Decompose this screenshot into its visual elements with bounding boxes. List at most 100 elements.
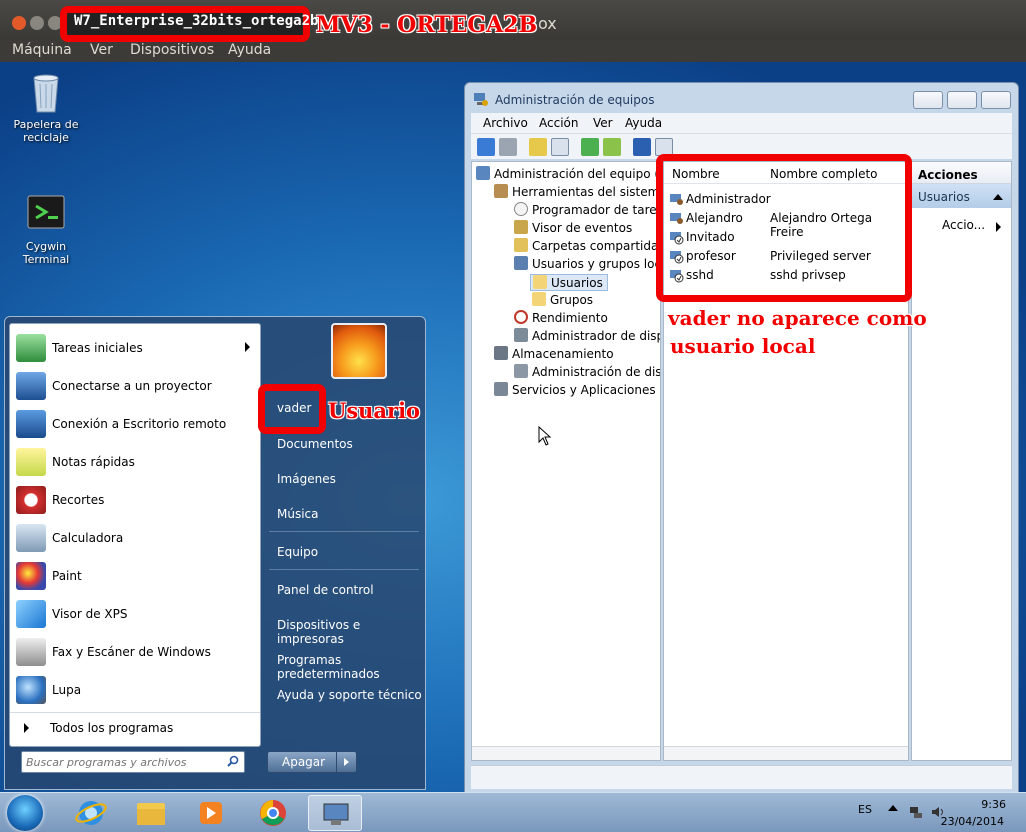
- tree-item[interactable]: Rendimiento: [514, 310, 608, 325]
- mouse-cursor-icon: [538, 426, 552, 446]
- refresh-icon[interactable]: [581, 138, 599, 156]
- program-visor-xps[interactable]: Visor de XPS: [10, 596, 260, 632]
- clock-icon: [514, 202, 528, 216]
- program-escritorio-remoto[interactable]: Conexión a Escritorio remoto: [10, 406, 260, 442]
- horizontal-scrollbar[interactable]: [472, 746, 660, 760]
- show-hidden-icons[interactable]: [888, 805, 898, 811]
- taskbar-media-player[interactable]: [184, 795, 238, 831]
- chrome-icon: [260, 800, 286, 826]
- forward-icon[interactable]: [499, 138, 517, 156]
- start-right-documentos[interactable]: Documentos: [277, 437, 353, 451]
- desktop-icon-label: Cygwin Terminal: [22, 240, 70, 266]
- shared-folder-icon: [514, 238, 528, 252]
- menu-dispositivos[interactable]: Dispositivos: [130, 42, 214, 58]
- menu-ayuda[interactable]: Ayuda: [625, 116, 662, 130]
- all-programs[interactable]: Todos los programas: [10, 712, 260, 742]
- search-icon[interactable]: [227, 755, 239, 767]
- program-lupa[interactable]: Lupa: [10, 672, 260, 708]
- close-button[interactable]: [981, 91, 1011, 109]
- minimize-icon[interactable]: [30, 16, 44, 30]
- program-notas-rapidas[interactable]: Notas rápidas: [10, 444, 260, 480]
- internet-explorer-icon: [75, 801, 107, 825]
- tree-item[interactable]: Carpetas compartidas: [514, 238, 660, 253]
- shutdown-button[interactable]: Apagar: [267, 751, 357, 773]
- clock-time[interactable]: 9:36: [981, 798, 1006, 811]
- tree-item[interactable]: Administración de disco: [514, 364, 660, 379]
- menu-bar: Archivo Acción Ver Ayuda: [471, 113, 1012, 133]
- minimize-button[interactable]: [913, 91, 943, 109]
- annotation-vm-label: MV3 - ORTEGA2B: [316, 12, 538, 38]
- fax-scanner-icon: [16, 638, 46, 666]
- annotation-vm-name: W7_Enterprise_32bits_ortega2b: [74, 13, 319, 29]
- menu-archivo[interactable]: Archivo: [483, 116, 528, 130]
- collapse-icon[interactable]: [993, 194, 1003, 200]
- export-list-icon[interactable]: [603, 138, 621, 156]
- tree-item[interactable]: Visor de eventos: [514, 220, 632, 235]
- taskbar-chrome[interactable]: [246, 795, 300, 831]
- tree-item[interactable]: Grupos: [532, 292, 593, 307]
- tree-item[interactable]: Programador de tareas: [514, 202, 660, 217]
- menu-ver[interactable]: Ver: [90, 42, 113, 58]
- up-folder-icon[interactable]: [529, 138, 547, 156]
- projector-icon: [16, 372, 46, 400]
- folder-icon: [137, 803, 165, 825]
- tree-item[interactable]: Administrador de dispo: [514, 328, 660, 343]
- show-hide-tree-icon[interactable]: [551, 138, 569, 156]
- start-button[interactable]: [2, 793, 48, 832]
- menu-accion[interactable]: Acción: [539, 116, 578, 130]
- users-groups-icon: [514, 256, 528, 270]
- horizontal-scrollbar[interactable]: [664, 746, 908, 760]
- start-right-dispositivos[interactable]: Dispositivos e impresoras: [277, 618, 425, 646]
- back-icon[interactable]: [477, 138, 495, 156]
- start-right-programas-pred[interactable]: Programas predeterminados: [277, 653, 425, 681]
- status-bar: [471, 765, 1012, 789]
- program-tareas-iniciales[interactable]: Tareas iniciales: [10, 330, 260, 366]
- arrow-right-icon: [24, 723, 29, 733]
- more-actions[interactable]: Accio...: [942, 218, 985, 232]
- program-fax-escaner[interactable]: Fax y Escáner de Windows: [10, 634, 260, 670]
- tree-item[interactable]: Usuarios y grupos loca: [514, 256, 660, 271]
- tree-item[interactable]: Almacenamiento: [494, 346, 614, 361]
- taskbar-computer-management[interactable]: [308, 795, 362, 831]
- taskbar-ie[interactable]: [64, 795, 118, 831]
- start-right-panel-control[interactable]: Panel de control: [277, 583, 374, 597]
- clock-date[interactable]: 23/04/2014: [941, 815, 1004, 828]
- start-right-ayuda[interactable]: Ayuda y soporte técnico: [277, 688, 422, 702]
- user-avatar[interactable]: [331, 323, 387, 379]
- menu-maquina[interactable]: Máquina: [12, 42, 72, 58]
- tree-item[interactable]: Herramientas del sistema: [494, 184, 660, 199]
- tree-item-selected[interactable]: Usuarios: [530, 274, 608, 291]
- getting-started-icon: [16, 334, 46, 362]
- tree-item[interactable]: Servicios y Aplicaciones: [494, 382, 656, 397]
- search-input[interactable]: [26, 754, 222, 770]
- start-right-imagenes[interactable]: Imágenes: [277, 472, 336, 486]
- program-paint[interactable]: Paint: [10, 558, 260, 594]
- tree-item[interactable]: Administración del equipo (lo: [476, 166, 660, 181]
- menu-ayuda[interactable]: Ayuda: [228, 42, 271, 58]
- desktop-icon-cygwin[interactable]: Cygwin Terminal: [6, 192, 86, 266]
- close-icon[interactable]: [12, 16, 26, 30]
- network-icon[interactable]: [908, 804, 924, 820]
- annotation-note-line2: usuario local: [670, 334, 816, 358]
- menu-ver[interactable]: Ver: [593, 116, 613, 130]
- language-indicator[interactable]: ES: [858, 803, 872, 816]
- terminal-icon: [26, 192, 66, 236]
- search-box[interactable]: [21, 751, 245, 773]
- taskbar: ES 9:36 23/04/2014: [0, 792, 1026, 832]
- divider: [269, 531, 419, 532]
- help-icon[interactable]: [633, 138, 651, 156]
- snipping-tool-icon: [16, 486, 46, 514]
- annotation-note-line1: vader no aparece como: [668, 306, 927, 330]
- program-proyector[interactable]: Conectarse a un proyector: [10, 368, 260, 404]
- submenu-arrow-icon: [245, 342, 250, 352]
- start-right-equipo[interactable]: Equipo: [277, 545, 318, 559]
- taskbar-explorer[interactable]: [124, 795, 178, 831]
- xps-viewer-icon: [16, 600, 46, 628]
- program-recortes[interactable]: Recortes: [10, 482, 260, 518]
- start-right-musica[interactable]: Música: [277, 507, 319, 521]
- maximize-button[interactable]: [947, 91, 977, 109]
- program-calculadora[interactable]: Calculadora: [10, 520, 260, 556]
- desktop-icon-recycle-bin[interactable]: Papelera de reciclaje: [6, 70, 86, 144]
- shutdown-options-icon[interactable]: [336, 752, 356, 772]
- console-tree: Administración del equipo (lo Herramient…: [471, 161, 661, 761]
